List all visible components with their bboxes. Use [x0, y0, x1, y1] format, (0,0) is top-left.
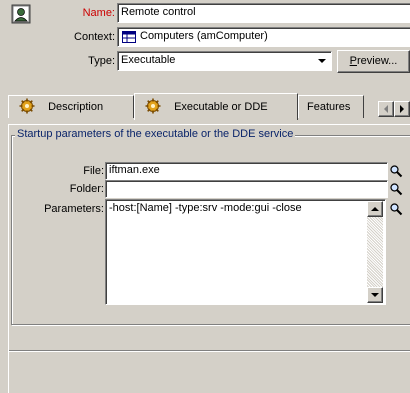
- tab-features-label: Features: [307, 101, 351, 113]
- chevron-down-icon[interactable]: [315, 54, 329, 68]
- name-field[interactable]: Remote control: [117, 3, 410, 23]
- tab-scroll-right-button[interactable]: [394, 101, 410, 117]
- parameters-textarea[interactable]: -host:[Name] -type:srv -mode:gui -close: [105, 199, 386, 305]
- group-bottom-line: [9, 350, 410, 352]
- gear-icon: [19, 98, 37, 114]
- table-icon: [122, 31, 136, 43]
- user-icon[interactable]: [11, 4, 31, 24]
- parameters-label: Parameters:: [44, 203, 104, 215]
- tab-description-label: Description: [48, 101, 104, 114]
- file-label: File:: [83, 165, 104, 177]
- folder-label: Folder:: [69, 183, 104, 195]
- magnifier-icon[interactable]: [389, 164, 403, 178]
- file-field[interactable]: iftman.exe: [105, 162, 388, 180]
- name-label: Name:: [82, 7, 115, 19]
- tab-features[interactable]: Features: [298, 95, 364, 118]
- type-select[interactable]: Executable: [117, 51, 332, 71]
- context-label: Context:: [74, 31, 115, 43]
- gear-icon: [145, 98, 163, 114]
- chevron-left-icon: [379, 105, 393, 119]
- context-field[interactable]: Computers (amComputer): [117, 27, 410, 47]
- parameters-scrollbar[interactable]: [367, 201, 383, 303]
- type-value: Executable: [121, 54, 176, 66]
- type-label: Type:: [88, 55, 115, 67]
- chevron-down-icon: [368, 293, 382, 305]
- tab-executable-or-dde[interactable]: Executable or DDE: [134, 93, 298, 120]
- tab-strip: Description Executable or DDE Features: [8, 93, 410, 125]
- tab-description[interactable]: Description: [8, 95, 134, 118]
- scroll-down-button[interactable]: [367, 287, 383, 303]
- tab-scroll-left-button[interactable]: [378, 101, 394, 117]
- context-value: Computers (amComputer): [140, 30, 268, 42]
- chevron-right-icon: [395, 105, 409, 119]
- parameters-value: -host:[Name] -type:srv -mode:gui -close: [109, 202, 302, 214]
- preview-button[interactable]: Preview...: [337, 50, 410, 73]
- magnifier-icon[interactable]: [389, 202, 403, 216]
- tab-executable-or-dde-label: Executable or DDE: [174, 101, 268, 114]
- chevron-up-icon: [368, 207, 382, 219]
- scroll-up-button[interactable]: [367, 201, 383, 217]
- folder-field[interactable]: [105, 180, 388, 198]
- group-title: Startup parameters of the executable or …: [15, 128, 296, 140]
- magnifier-icon[interactable]: [389, 182, 403, 196]
